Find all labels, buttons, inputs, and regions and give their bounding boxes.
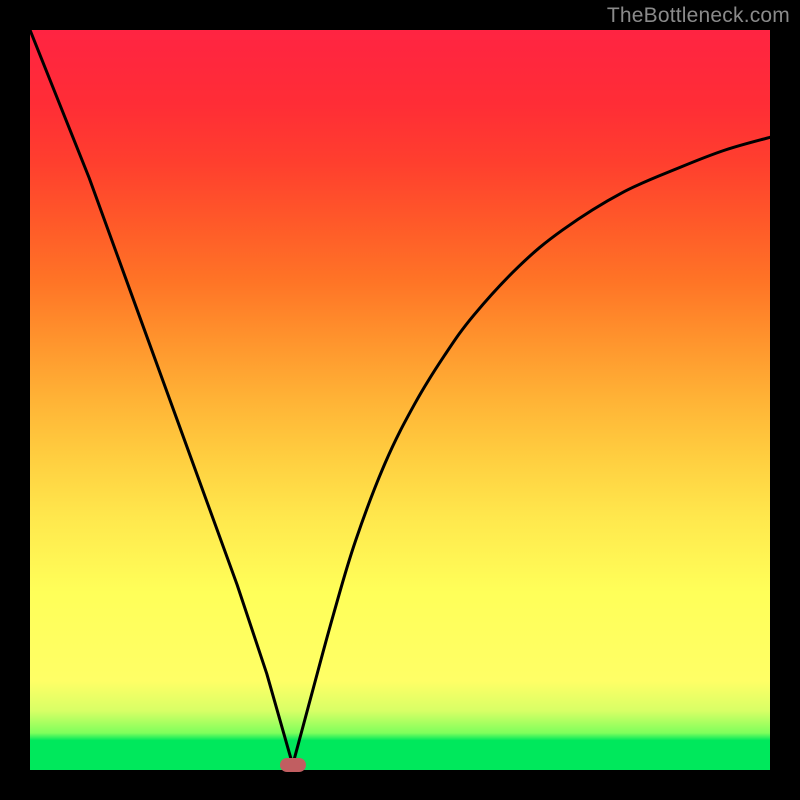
plot-area bbox=[30, 30, 770, 770]
curve-svg bbox=[30, 30, 770, 770]
chart-frame: TheBottleneck.com bbox=[0, 0, 800, 800]
bottleneck-curve bbox=[30, 30, 770, 765]
watermark-text: TheBottleneck.com bbox=[607, 4, 790, 28]
optimal-marker bbox=[280, 758, 306, 772]
